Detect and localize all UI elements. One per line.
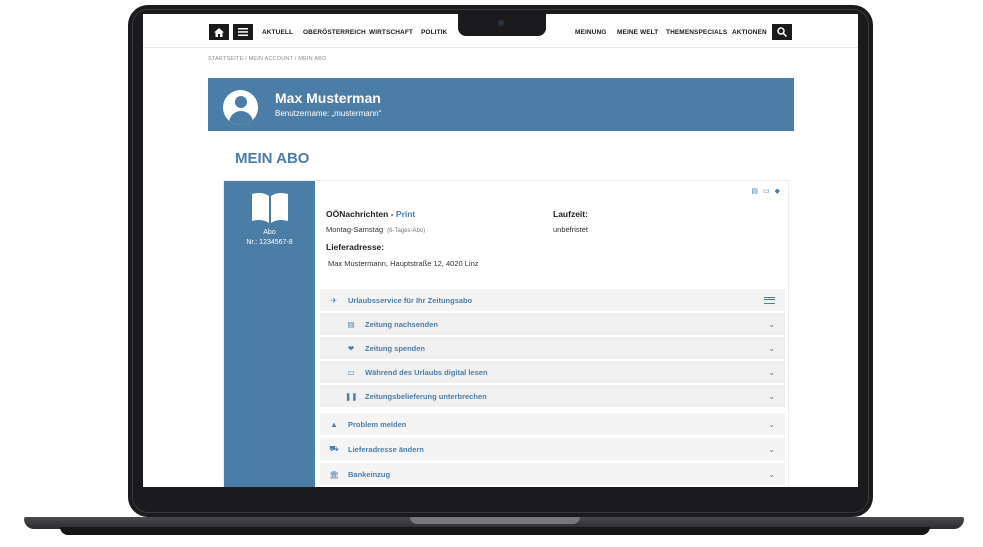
action-zeitung-nachsenden[interactable]: ▤ Zeitung nachsenden ⌄ [320,313,785,335]
subscription-type: Abo [263,229,276,236]
home-button[interactable] [209,24,229,40]
breadcrumb[interactable]: STARTSEITE / MEIN ACCOUNT / MEIN ABO [208,56,326,62]
donate-icon: ❤ [347,343,355,353]
action-label: Zeitung nachsenden [365,319,438,329]
camera-notch [458,14,546,36]
address-label: Lieferadresse: [326,242,385,252]
package-icon[interactable]: ▤ [751,187,758,195]
pause-icon: ❚❚ [345,391,358,401]
nav-link-politik[interactable]: POLITIK [421,29,447,36]
chevron-down-icon: ⌄ [768,419,775,429]
action-lieferadresse-aendern[interactable]: ⛟ Lieferadresse ändern ⌄ [320,438,785,460]
action-digital-lesen[interactable]: ▭ Während des Urlaubs digital lesen ⌄ [320,361,785,383]
chevron-down-icon: ⌄ [768,391,775,401]
search-button[interactable] [772,24,792,40]
warning-icon: ▲ [330,419,338,429]
action-label: Zeitungsbelieferung unterbrechen [365,391,487,401]
address-value: Max Mustermann, Hauptstraße 12, 4020 Lin… [328,259,479,268]
bank-icon: 🏛 [329,469,339,479]
product-title: OÖNachrichten - Print [326,209,415,219]
product-name: OÖNachrichten - [326,209,396,219]
action-label: Während des Urlaubs digital lesen [365,367,488,377]
urlaubsservice-label: Urlaubsservice für Ihr Zeitungsabo [348,295,473,305]
laptop-hinge [410,517,580,524]
plane-icon: ✈ [330,295,338,305]
product-variant: Print [395,209,416,219]
action-belieferung-unterbrechen[interactable]: ❚❚ Zeitungsbelieferung unterbrechen ⌄ [320,385,785,407]
nav-link-oberoesterreich[interactable]: OBERÖSTERREICH [303,29,366,36]
delivery-days: Montag-Samstag (6-Tages-Abo) [326,225,425,234]
credit-card-icon[interactable]: ▭ [763,187,770,195]
screen: AKTUELL OBERÖSTERREICH WIRTSCHAFT POLITI… [143,14,858,487]
nav-link-aktionen[interactable]: AKTIONEN [732,29,767,36]
nav-link-wirtschaft[interactable]: WIRTSCHAFT [369,29,413,36]
delivery-days-value: Montag-Samstag [326,225,384,234]
subscription-sidebar: Abo Nr.: 1234567-8 [224,181,315,487]
book-icon [252,192,288,223]
urlaubsservice-row[interactable]: ✈ Urlaubsservice für Ihr Zeitungsabo [320,289,785,311]
avatar [223,90,258,125]
chevron-down-icon: ⌄ [768,367,775,377]
delivery-days-note: (6-Tages-Abo) [387,228,426,234]
action-bankeinzug[interactable]: 🏛 Bankeinzug ⌄ [320,463,785,485]
laptop-mockup: AKTUELL OBERÖSTERREICH WIRTSCHAFT POLITI… [0,0,983,547]
nav-link-aktuell[interactable]: AKTUELL [262,29,293,36]
tag-icon[interactable]: ◆ [775,187,780,195]
package-icon: ▤ [347,319,355,329]
subscription-number: Nr.: 1234567-8 [246,239,293,246]
menu-button[interactable] [233,24,253,40]
chevron-down-icon: ⌄ [768,469,775,479]
chevron-down-icon: ⌄ [768,319,775,329]
page-title: MEIN ABO [235,150,310,167]
action-label: Bankeinzug [348,469,391,479]
menu-icon [238,28,248,36]
camera-icon [498,20,504,26]
chevron-down-icon: ⌄ [768,343,775,353]
nav-link-themenspecials[interactable]: THEMENSPECIALS [666,29,727,36]
action-label: Problem melden [348,419,407,429]
action-label: Lieferadresse ändern [348,444,424,454]
subscription-card: Abo Nr.: 1234567-8 ▤ ▭ ◆ OÖNachrichten -… [223,180,789,487]
search-icon [777,27,787,37]
chevron-down-icon: ⌄ [768,444,775,454]
action-problem-melden[interactable]: ▲ Problem melden ⌄ [320,413,785,435]
laufzeit-label: Laufzeit: [553,209,588,219]
menu-lines-icon[interactable] [764,296,775,304]
action-label: Zeitung spenden [365,343,425,353]
truck-icon: ⛟ [329,444,339,453]
nav-link-meine-welt[interactable]: MEINE WELT [617,29,658,36]
profile-username: Benutzername: „mustermann“ [275,109,382,118]
tablet-icon: ▭ [347,367,355,377]
card-toolbar: ▤ ▭ ◆ [751,187,780,195]
home-icon [214,27,224,37]
laptop-base-bottom [60,527,930,535]
profile-header: Max Musterman Benutzername: „mustermann“ [208,78,794,131]
laufzeit-value: unbefristet [553,225,589,234]
profile-name: Max Musterman [275,90,381,106]
action-zeitung-spenden[interactable]: ❤ Zeitung spenden ⌄ [320,337,785,359]
nav-link-meinung[interactable]: MEINUNG [575,29,606,36]
